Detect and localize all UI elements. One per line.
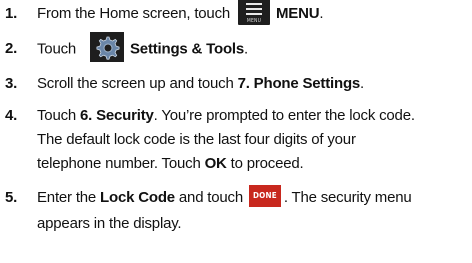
gear-icon bbox=[90, 32, 124, 62]
step-number: 1. bbox=[5, 5, 18, 22]
step-bold-text: Settings & Tools bbox=[130, 40, 245, 58]
step-number: 5. bbox=[5, 189, 18, 206]
step-number: 2. bbox=[5, 40, 18, 57]
step-text: appears in the display. bbox=[37, 215, 182, 232]
step-text: From the Home screen, touch bbox=[37, 5, 231, 22]
step-bold-text: 6. Security bbox=[80, 107, 154, 124]
step-text: Touch bbox=[37, 40, 77, 58]
step-number: 3. bbox=[5, 75, 18, 92]
step-text: Scroll the screen up and touch bbox=[37, 75, 238, 92]
step-text: The default lock code is the last four d… bbox=[37, 131, 356, 148]
done-icon: DONE bbox=[249, 185, 281, 208]
instruction-list: 1. From the Home screen, touch MENU MENU… bbox=[0, 0, 472, 263]
step-bold-text: MENU bbox=[275, 5, 320, 22]
step-bold-text: Lock Code bbox=[100, 189, 175, 206]
step-text: telephone number. Touch bbox=[37, 155, 205, 172]
step-text: Enter the bbox=[37, 189, 101, 206]
step-text-end: . bbox=[360, 75, 365, 92]
step-text-mid: and touch bbox=[174, 189, 243, 206]
step-number: 4. bbox=[5, 107, 18, 124]
step-text-mid: . You’re prompted to enter the lock code… bbox=[153, 107, 415, 124]
step-bold-text: 7. Phone Settings bbox=[237, 75, 361, 92]
step-bold-text: OK bbox=[204, 155, 227, 172]
menu-icon: MENU bbox=[237, 0, 270, 26]
step-text-end: . The security menu bbox=[283, 189, 412, 206]
step-text: Touch bbox=[37, 107, 80, 124]
step-text-end: . bbox=[244, 40, 248, 58]
menu-icon-label: MENU bbox=[246, 18, 262, 25]
step-text-end: . bbox=[319, 5, 324, 22]
step-text-end: to proceed. bbox=[226, 155, 304, 172]
